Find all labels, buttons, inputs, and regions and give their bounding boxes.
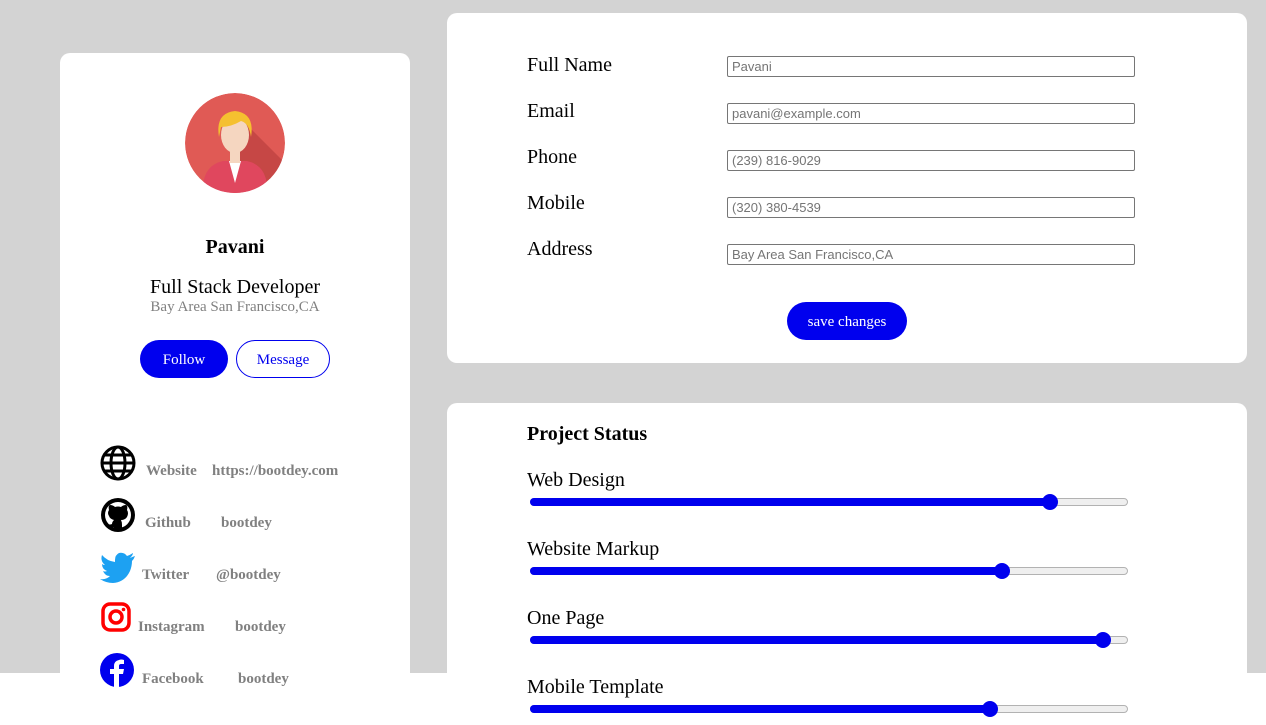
address-label: Address bbox=[527, 238, 593, 260]
full-name-label: Full Name bbox=[527, 54, 612, 76]
project-status-card: Project Status Web Design Website Markup… bbox=[447, 403, 1247, 725]
progress-slider[interactable] bbox=[530, 632, 1128, 648]
profile-form-card: Full Name Email Phone Mobile Address sav… bbox=[447, 13, 1247, 363]
progress-fill bbox=[530, 567, 1002, 575]
email-label: Email bbox=[527, 100, 575, 122]
profile-name: Pavani bbox=[205, 236, 265, 258]
social-website[interactable]: Website https://bootdey.com bbox=[100, 445, 380, 485]
social-value: bootdey bbox=[238, 671, 289, 687]
social-instagram[interactable]: Instagram bootdey bbox=[100, 601, 380, 641]
social-value: https://bootdey.com bbox=[212, 463, 339, 479]
slider-thumb[interactable] bbox=[994, 563, 1010, 579]
progress-fill bbox=[530, 498, 1050, 506]
social-label: Website bbox=[146, 463, 197, 479]
address-field[interactable] bbox=[727, 244, 1135, 265]
profile-location: Bay Area San Francisco,CA bbox=[150, 299, 320, 315]
avatar bbox=[185, 93, 285, 193]
slider-thumb[interactable] bbox=[982, 701, 998, 717]
progress-slider[interactable] bbox=[530, 701, 1128, 717]
follow-button[interactable]: Follow bbox=[140, 340, 228, 378]
progress-label: Mobile Template bbox=[527, 676, 664, 698]
mobile-label: Mobile bbox=[527, 192, 585, 214]
social-label: Instagram bbox=[138, 619, 205, 635]
progress-fill bbox=[530, 705, 990, 713]
phone-label: Phone bbox=[527, 146, 577, 168]
twitter-icon bbox=[100, 552, 135, 583]
progress-label: Website Markup bbox=[527, 538, 660, 560]
facebook-icon bbox=[100, 653, 134, 687]
message-button[interactable]: Message bbox=[236, 340, 330, 378]
social-label: Twitter bbox=[142, 567, 190, 583]
avatar-icon bbox=[185, 93, 285, 193]
save-changes-button[interactable]: save changes bbox=[787, 302, 907, 340]
mobile-field[interactable] bbox=[727, 197, 1135, 218]
slider-thumb[interactable] bbox=[1042, 494, 1058, 510]
instagram-icon bbox=[101, 602, 131, 632]
progress-fill bbox=[530, 636, 1103, 644]
social-github[interactable]: Github bootdey bbox=[100, 497, 380, 537]
progress-slider[interactable] bbox=[530, 563, 1128, 579]
profile-role: Full Stack Developer bbox=[150, 276, 320, 298]
full-name-field[interactable] bbox=[727, 56, 1135, 77]
slider-thumb[interactable] bbox=[1095, 632, 1111, 648]
social-value: bootdey bbox=[221, 515, 272, 531]
social-label: Facebook bbox=[142, 671, 204, 687]
progress-label: One Page bbox=[527, 607, 605, 629]
github-icon bbox=[101, 498, 135, 532]
globe-icon bbox=[100, 445, 136, 481]
social-label: Github bbox=[145, 515, 191, 531]
phone-field[interactable] bbox=[727, 150, 1135, 171]
progress-slider[interactable] bbox=[530, 494, 1128, 510]
project-status-title: Project Status bbox=[527, 423, 648, 445]
social-value: bootdey bbox=[235, 619, 286, 635]
progress-label: Web Design bbox=[527, 469, 625, 491]
email-field[interactable] bbox=[727, 103, 1135, 124]
social-value: @bootdey bbox=[216, 567, 281, 583]
social-twitter[interactable]: Twitter @bootdey bbox=[100, 549, 380, 589]
profile-card: Pavani Full Stack Developer Bay Area San… bbox=[60, 53, 410, 725]
social-facebook[interactable]: Facebook bootdey bbox=[100, 653, 380, 693]
